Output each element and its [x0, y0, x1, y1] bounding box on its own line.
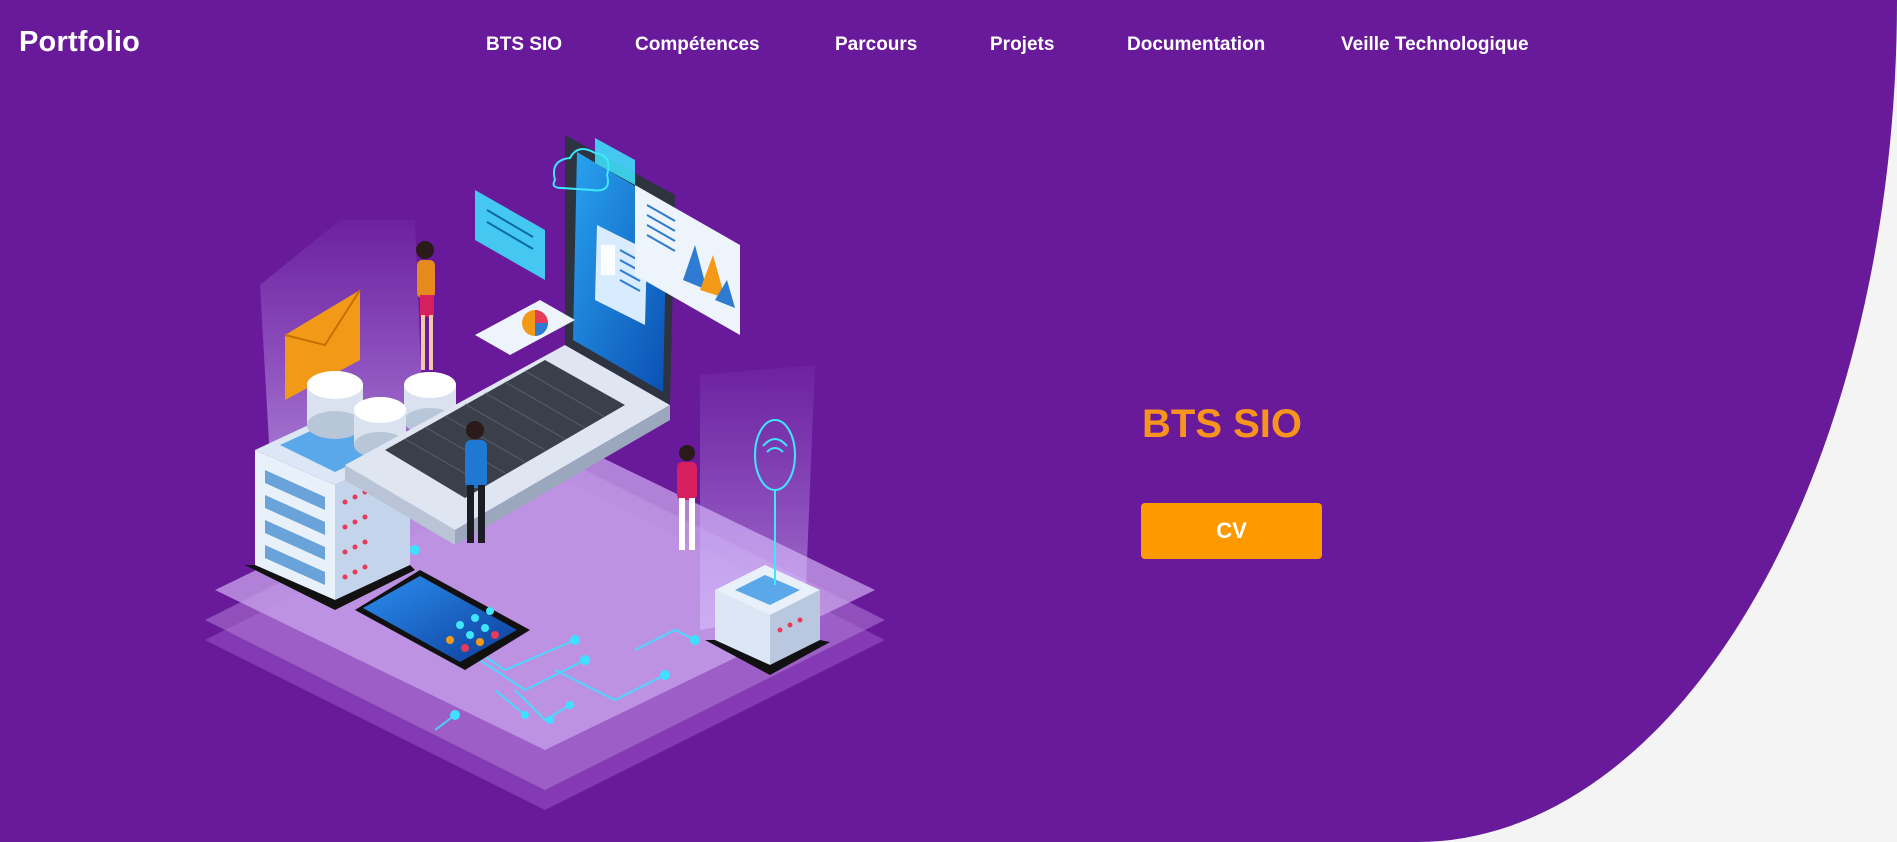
nav-link-projets[interactable]: Projets — [990, 34, 1054, 56]
floating-pie-panel — [475, 300, 575, 355]
page: Portfolio BTS SIO Compétences Parcours P… — [0, 0, 1897, 842]
brand-logo[interactable]: Portfolio — [19, 26, 140, 59]
navbar: Portfolio BTS SIO Compétences Parcours P… — [0, 0, 1897, 90]
hero-title: BTS SIO — [1142, 402, 1303, 446]
cv-button[interactable]: CV — [1141, 503, 1322, 559]
nav-link-documentation[interactable]: Documentation — [1127, 34, 1265, 56]
floating-cyan-panel — [475, 190, 545, 280]
nav-link-bts-sio[interactable]: BTS SIO — [486, 34, 562, 56]
nav-link-competences[interactable]: Compétences — [635, 34, 760, 56]
nav-link-parcours[interactable]: Parcours — [835, 34, 917, 56]
isometric-tech-workspace-illustration — [205, 135, 885, 810]
nav-link-veille-technologique[interactable]: Veille Technologique — [1341, 34, 1529, 56]
